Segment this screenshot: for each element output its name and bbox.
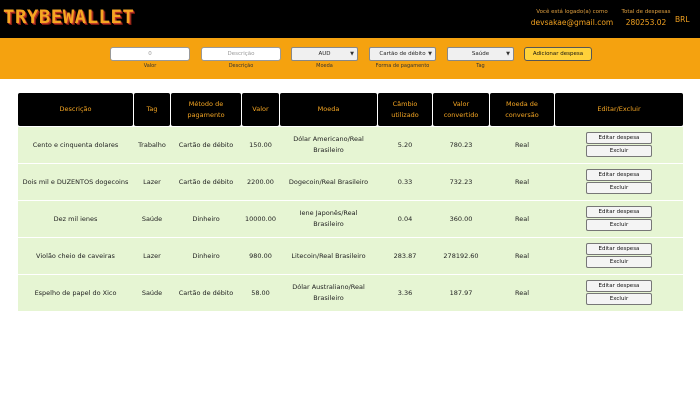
delete-expense-button[interactable]: Excluir bbox=[586, 145, 652, 157]
edit-expense-button[interactable]: Editar despesa bbox=[586, 169, 652, 181]
payment-method-select-value: Cartão de débito bbox=[379, 51, 426, 57]
delete-expense-button[interactable]: Excluir bbox=[586, 256, 652, 268]
cell-conversion-currency: Real bbox=[514, 288, 529, 297]
value-input[interactable]: 0 bbox=[110, 47, 190, 61]
cell-converted: 187.97 bbox=[449, 288, 473, 297]
currency-select-value: AUD bbox=[318, 51, 331, 57]
table-header: Descrição Tag Método de pagamento Valor … bbox=[18, 93, 683, 126]
cell-value: 10000.00 bbox=[244, 214, 276, 223]
header-currency: Moeda bbox=[280, 93, 377, 126]
expense-form: 0 Valor Descrição Descrição AUD ▼ Moeda … bbox=[0, 38, 700, 79]
cell-converted: 278192.60 bbox=[443, 251, 479, 260]
chevron-down-icon: ▼ bbox=[350, 51, 354, 57]
table-row: Dois mil e DUZENTOS dogecoins Lazer Cart… bbox=[18, 164, 683, 200]
cell-currency: Litecoin/Real Brasileiro bbox=[291, 251, 366, 260]
chevron-down-icon: ▼ bbox=[506, 51, 510, 57]
cell-currency: Dólar Australiano/Real Brasileiro bbox=[292, 283, 365, 302]
cell-value: 58.00 bbox=[251, 288, 270, 297]
delete-expense-button[interactable]: Excluir bbox=[586, 182, 652, 194]
cell-rate: 0.33 bbox=[397, 177, 413, 186]
description-input[interactable]: Descrição bbox=[201, 47, 281, 61]
table-row: Violão cheio de caveiras Lazer Dinheiro … bbox=[18, 238, 683, 274]
total-expenses-label: Total de despesas bbox=[621, 9, 671, 15]
add-expense-button[interactable]: Adicionar despesa bbox=[524, 47, 592, 61]
cell-converted: 360.00 bbox=[449, 214, 473, 223]
edit-expense-button[interactable]: Editar despesa bbox=[586, 206, 652, 218]
header-conversion-currency: Moeda de conversão bbox=[490, 93, 554, 126]
cell-method: Cartão de débito bbox=[178, 288, 234, 297]
tag-select[interactable]: Saúde ▼ bbox=[447, 47, 514, 61]
cell-value: 150.00 bbox=[249, 140, 272, 149]
cell-conversion-currency: Real bbox=[514, 177, 529, 186]
cell-method: Cartão de débito bbox=[178, 140, 234, 149]
payment-method-label: Forma de pagamento bbox=[375, 63, 430, 69]
cell-converted: 780.23 bbox=[449, 140, 473, 149]
cell-currency: Iene Japonês/Real Brasileiro bbox=[299, 209, 358, 228]
total-expenses-value: 280253.02 bbox=[625, 18, 667, 27]
header-tag: Tag bbox=[134, 93, 170, 126]
cell-description: Espelho de papel do Xico bbox=[34, 288, 117, 297]
cell-description: Dez mil ienes bbox=[53, 214, 98, 223]
delete-expense-button[interactable]: Excluir bbox=[586, 219, 652, 231]
cell-conversion-currency: Real bbox=[514, 214, 529, 223]
cell-value: 2200.00 bbox=[247, 177, 274, 186]
cell-conversion-currency: Real bbox=[514, 140, 529, 149]
table-row: Dez mil ienes Saúde Dinheiro 10000.00 Ie… bbox=[18, 201, 683, 237]
cell-currency: Dólar Americano/Real Brasileiro bbox=[293, 135, 364, 154]
table-row: Cento e cinquenta dolares Trabalho Cartã… bbox=[18, 127, 683, 163]
edit-expense-button[interactable]: Editar despesa bbox=[586, 132, 652, 144]
cell-tag: Saúde bbox=[141, 214, 163, 223]
cell-conversion-currency: Real bbox=[514, 251, 529, 260]
cell-value: 980.00 bbox=[249, 251, 272, 260]
login-label: Você está logado(a) como bbox=[536, 9, 608, 15]
cell-tag: Lazer bbox=[143, 251, 161, 260]
header-method: Método de pagamento bbox=[171, 93, 241, 126]
edit-expense-button[interactable]: Editar despesa bbox=[586, 243, 652, 255]
value-label: Valor bbox=[143, 63, 157, 69]
tag-select-value: Saúde bbox=[471, 51, 490, 57]
app-logo: TRYBEWALLET bbox=[3, 6, 135, 28]
header-converted: Valor convertido bbox=[433, 93, 489, 126]
cell-description: Violão cheio de caveiras bbox=[36, 251, 115, 260]
cell-method: Dinheiro bbox=[192, 251, 220, 260]
description-label: Descrição bbox=[228, 63, 254, 69]
header-value: Valor bbox=[242, 93, 279, 126]
header-currency: BRL bbox=[675, 15, 690, 24]
app-header: TRYBEWALLET Você está logado(a) como dev… bbox=[0, 0, 700, 38]
tag-label: Tag bbox=[476, 63, 485, 69]
payment-method-select[interactable]: Cartão de débito ▼ bbox=[369, 47, 436, 61]
cell-tag: Trabalho bbox=[138, 140, 166, 149]
table-row: Espelho de papel do Xico Saúde Cartão de… bbox=[18, 275, 683, 311]
cell-method: Cartão de débito bbox=[178, 177, 234, 186]
header-rate: Câmbio utilizado bbox=[378, 93, 432, 126]
cell-method: Dinheiro bbox=[192, 214, 220, 223]
cell-rate: 3.36 bbox=[397, 288, 413, 297]
cell-rate: 5.20 bbox=[397, 140, 413, 149]
cell-description: Dois mil e DUZENTOS dogecoins bbox=[22, 177, 129, 186]
cell-tag: Lazer bbox=[143, 177, 161, 186]
delete-expense-button[interactable]: Excluir bbox=[586, 293, 652, 305]
user-email: devsakae@gmail.com bbox=[530, 18, 614, 27]
cell-converted: 732.23 bbox=[449, 177, 473, 186]
currency-select[interactable]: AUD ▼ bbox=[291, 47, 358, 61]
header-description: Descrição bbox=[18, 93, 133, 126]
edit-expense-button[interactable]: Editar despesa bbox=[586, 280, 652, 292]
header-actions: Editar/Excluir bbox=[555, 93, 683, 126]
cell-rate: 0.04 bbox=[397, 214, 413, 223]
currency-label: Moeda bbox=[316, 63, 333, 69]
cell-currency: Dogecoin/Real Brasileiro bbox=[288, 177, 369, 186]
chevron-down-icon: ▼ bbox=[428, 51, 432, 57]
cell-tag: Saúde bbox=[141, 288, 163, 297]
cell-description: Cento e cinquenta dolares bbox=[32, 140, 119, 149]
cell-rate: 283.87 bbox=[393, 251, 417, 260]
